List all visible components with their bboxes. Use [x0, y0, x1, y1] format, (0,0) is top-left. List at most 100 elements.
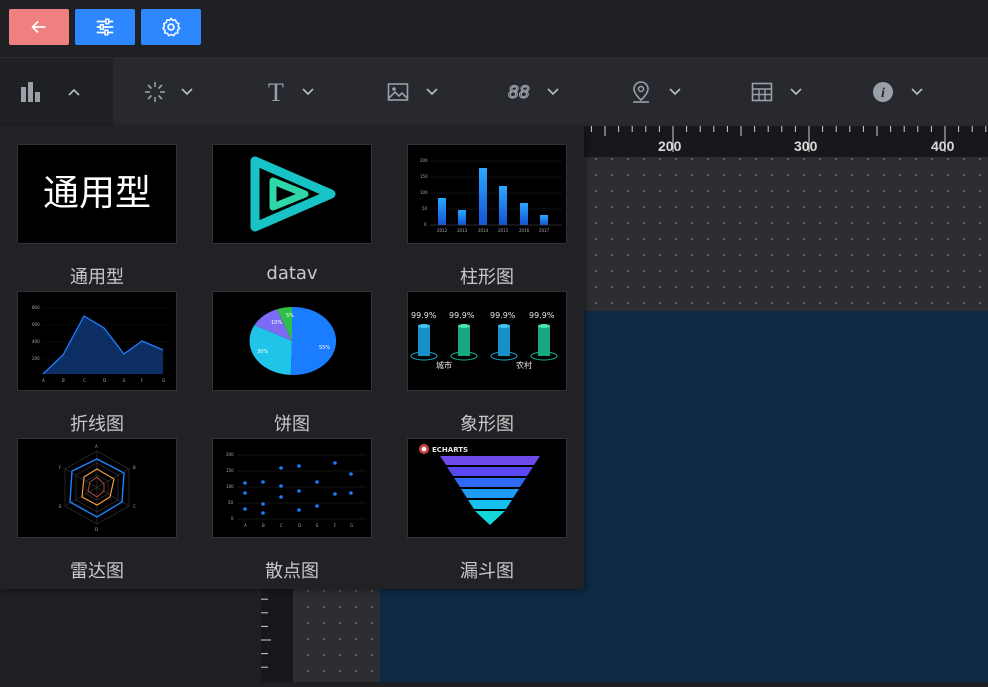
thumbnail: 800 600 400 200 A B C D E F G [17, 291, 177, 391]
image-icon [384, 78, 412, 106]
svg-text:88: 88 [508, 83, 530, 103]
chart-card-label: 雷达图 [70, 561, 124, 582]
svg-text:150: 150 [420, 174, 428, 179]
svg-text:C: C [83, 378, 86, 383]
svg-text:D: D [298, 523, 301, 528]
svg-text:200: 200 [32, 356, 40, 361]
chevron-down-icon [788, 84, 804, 100]
thumbnail: 99.9% 99.9% 99.9% 99.9% 城市 农村 [407, 291, 567, 391]
svg-text:A: A [42, 378, 45, 383]
svg-text:0: 0 [424, 222, 427, 227]
bar-chart-icon [18, 78, 46, 106]
svg-text:2013: 2013 [457, 228, 468, 233]
text-icon: T [262, 78, 290, 106]
svg-text:C: C [133, 504, 136, 509]
chart-card-scatter[interactable]: 200 150 100 50 0 A B C D E F G 散点图 [212, 438, 372, 583]
chart-card-label: 散点图 [265, 561, 319, 582]
svg-text:50: 50 [228, 500, 234, 505]
chart-card-pictorial[interactable]: 99.9% 99.9% 99.9% 99.9% 城市 农村 象形图 [407, 291, 567, 436]
tool-image[interactable] [384, 58, 440, 126]
sliders-icon [96, 18, 114, 36]
chevron-down-icon [424, 84, 440, 100]
svg-text:99.9%: 99.9% [529, 311, 555, 320]
chart-card-radar[interactable]: A B C D E F 雷达图 [17, 438, 177, 583]
back-button[interactable] [9, 9, 69, 45]
chevron-down-icon [179, 84, 195, 100]
svg-text:城市: 城市 [436, 360, 452, 370]
svg-text:55%: 55% [319, 345, 330, 351]
general-thumbnail-image: 通用型 [43, 173, 151, 214]
funnel-thumbnail-image: ECHARTS [419, 444, 540, 525]
svg-text:200: 200 [420, 158, 428, 163]
svg-text:T: T [268, 79, 284, 105]
svg-text:E: E [59, 504, 62, 509]
svg-text:A: A [244, 523, 247, 528]
chevron-down-icon [667, 84, 683, 100]
gear-icon [162, 17, 181, 37]
svg-text:通用型: 通用型 [43, 173, 151, 214]
svg-text:D: D [103, 378, 106, 383]
chart-card-general[interactable]: 通用型 通用型 [17, 144, 177, 289]
chevron-down-icon [545, 84, 561, 100]
bar-thumbnail-image: 200 150 100 50 0 2012 2013 2014 2015 2016 2017 [420, 158, 562, 233]
svg-text:A: A [95, 444, 98, 449]
svg-text:99.9%: 99.9% [449, 311, 475, 320]
tool-info[interactable]: i [869, 58, 925, 126]
svg-text:600: 600 [32, 322, 40, 327]
svg-text:5%: 5% [286, 313, 294, 319]
datav-logo-icon [250, 156, 336, 232]
svg-text:D: D [95, 527, 98, 532]
thumbnail: 200 150 100 50 0 2012 2013 2014 2015 2016 2017 [407, 144, 567, 244]
chart-card-label: 漏斗图 [460, 561, 514, 582]
tool-decoration[interactable] [141, 58, 195, 126]
chart-card-label: 饼图 [274, 414, 310, 435]
chart-card-label: 通用型 [70, 267, 124, 288]
svg-text:2014: 2014 [478, 228, 489, 233]
svg-text:400: 400 [32, 339, 40, 344]
map-pin-icon [627, 78, 655, 106]
svg-text:G: G [350, 523, 353, 528]
svg-text:99.9%: 99.9% [490, 311, 516, 320]
chart-card-funnel[interactable]: ECHARTS 漏斗图 [407, 438, 567, 583]
scatter-thumbnail-image: 200 150 100 50 0 A B C D E F G [226, 452, 366, 528]
thumbnail: ECHARTS [407, 438, 567, 538]
svg-text:99.9%: 99.9% [411, 311, 437, 320]
chevron-up-icon [66, 84, 82, 100]
chevron-down-icon [909, 84, 925, 100]
svg-text:100: 100 [226, 484, 234, 489]
pictorial-thumbnail-image: 99.9% 99.9% 99.9% 99.9% 城市 农村 [410, 311, 558, 370]
settings-button[interactable] [141, 9, 201, 45]
svg-text:50: 50 [422, 206, 428, 211]
ruler-label: 200 [658, 138, 682, 154]
svg-text:2016: 2016 [519, 228, 530, 233]
thumbnail [212, 144, 372, 244]
tool-digital[interactable]: 88 [505, 58, 561, 126]
digits-icon: 88 [505, 78, 533, 106]
chart-card-datav[interactable]: datav [212, 144, 372, 284]
svg-text:E: E [123, 378, 126, 383]
pie-thumbnail-image: 55% 30% 10% 5% [249, 306, 337, 375]
chart-card-label: 柱形图 [460, 267, 514, 288]
filters-button[interactable] [75, 9, 135, 45]
component-toolbar: T 88 i [0, 58, 988, 126]
arrow-left-icon [31, 20, 46, 34]
svg-text:B: B [133, 465, 136, 470]
tool-map[interactable] [627, 58, 683, 126]
chart-card-line[interactable]: 800 600 400 200 A B C D E F G 折线图 [17, 291, 177, 436]
svg-text:800: 800 [32, 305, 40, 310]
tool-text[interactable]: T [262, 58, 316, 126]
thumbnail: A B C D E F [17, 438, 177, 538]
svg-text:100: 100 [420, 190, 428, 195]
chart-card-bar[interactable]: 200 150 100 50 0 2012 2013 2014 2015 2016 2017 柱形… [407, 144, 567, 289]
svg-text:0: 0 [231, 516, 234, 521]
chart-card-label: 象形图 [460, 414, 514, 435]
top-bar [0, 0, 988, 58]
ruler-label: 300 [794, 138, 818, 154]
tool-table[interactable] [748, 58, 804, 126]
sparkle-icon [141, 78, 169, 106]
chart-card-pie[interactable]: 55% 30% 10% 5% 饼图 [212, 291, 372, 436]
svg-text:农村: 农村 [516, 360, 532, 370]
tool-chart[interactable] [0, 58, 113, 126]
chevron-down-icon [300, 84, 316, 100]
chart-card-label: datav [266, 263, 318, 284]
